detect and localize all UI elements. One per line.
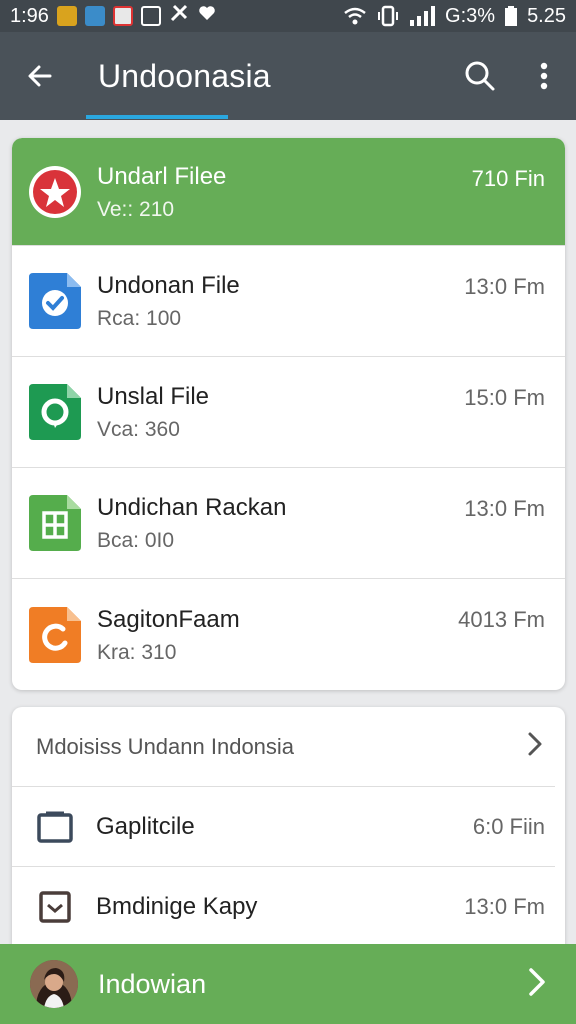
file-row[interactable]: Unslal File Vca: 360 15:0 Fm: [12, 357, 565, 468]
status-bar: 1:96 G:3% 5.25: [0, 0, 576, 32]
list-item-label: Gaplitcile: [96, 812, 195, 840]
page-title: Undoonasia: [98, 57, 271, 94]
orange-file-icon: [27, 606, 83, 663]
search-button[interactable]: [448, 44, 512, 108]
chevron-right-icon: [528, 967, 546, 1002]
list-item-time: 13:0 Fm: [464, 894, 545, 919]
list-item-label: Bmdinige Kapy: [96, 893, 258, 920]
folder-outline-icon: [36, 808, 74, 846]
chevron-right-icon: [527, 731, 543, 763]
account-name: Indowian: [98, 968, 207, 999]
section-header[interactable]: Mdoisiss Undann Indonsia: [12, 707, 555, 787]
battery-percent: G:3%: [445, 4, 496, 27]
check-file-icon: [27, 273, 83, 329]
file-row[interactable]: Undarl Filee Ve:: 210 710 Fin: [12, 138, 565, 246]
notification-heart-icon: [197, 3, 217, 29]
battery-icon: [505, 6, 518, 26]
file-time: 4013 Fm: [458, 607, 545, 632]
notification-app-icon: [56, 6, 77, 26]
tab-indicator: [86, 115, 228, 119]
file-row[interactable]: Undonan File Rca: 100 13:0 Fm: [12, 246, 565, 357]
file-time: 15:0 Fm: [464, 385, 545, 410]
file-meta: Ve:: 210: [97, 197, 175, 221]
more-options-button[interactable]: [512, 44, 576, 108]
notification-edit-icon: [140, 6, 161, 26]
section-title: Mdoisiss Undann Indonsia: [36, 733, 295, 759]
file-time: 710 Fin: [471, 166, 545, 191]
list-item[interactable]: Bmdinige Kapy 13:0 Fm: [12, 867, 555, 947]
file-meta: Rca: 100: [97, 307, 182, 330]
notification-shield-icon: [112, 6, 133, 26]
list-item[interactable]: Gaplitcile 6:0 Fiin: [12, 787, 555, 867]
app-toolbar: Undoonasia: [0, 32, 576, 120]
chat-file-icon: [27, 384, 83, 440]
list-item-time: 6:0 Fiin: [472, 813, 545, 839]
file-meta: Vca: 360: [97, 418, 180, 441]
avatar: [30, 960, 78, 1008]
file-meta: Kra: 310: [97, 640, 177, 664]
file-time: 13:0 Fm: [464, 496, 545, 521]
more-vert-icon: [540, 62, 548, 90]
wifi-icon: [343, 6, 367, 26]
signal-icon: [409, 6, 436, 26]
file-list: Undarl Filee Ve:: 210 710 Fin Undonan Fi…: [12, 138, 565, 690]
section-card: Mdoisiss Undann Indonsia Gaplitcile 6:0 …: [12, 707, 565, 957]
file-time: 13:0 Fm: [464, 274, 545, 299]
file-meta: Bca: 0I0: [97, 529, 175, 552]
checkbox-icon: [36, 888, 74, 926]
back-button[interactable]: [0, 32, 80, 120]
vibrate-icon: [377, 5, 399, 27]
star-circle-icon: [27, 164, 83, 220]
bottom-account-bar[interactable]: Indowian: [0, 944, 576, 1024]
notification-map-icon: [84, 6, 105, 26]
sheet-file-icon: [27, 495, 83, 551]
search-icon: [465, 61, 495, 91]
status-time: 1:96: [10, 4, 49, 27]
notification-tools-icon: [169, 3, 189, 29]
arrow-left-icon: [28, 65, 52, 87]
clock: 5.25: [527, 4, 566, 27]
file-row[interactable]: SagitonFaam Kra: 310 4013 Fm: [12, 579, 565, 690]
file-row[interactable]: Undichan Rackan Bca: 0I0 13:0 Fm: [12, 468, 565, 579]
